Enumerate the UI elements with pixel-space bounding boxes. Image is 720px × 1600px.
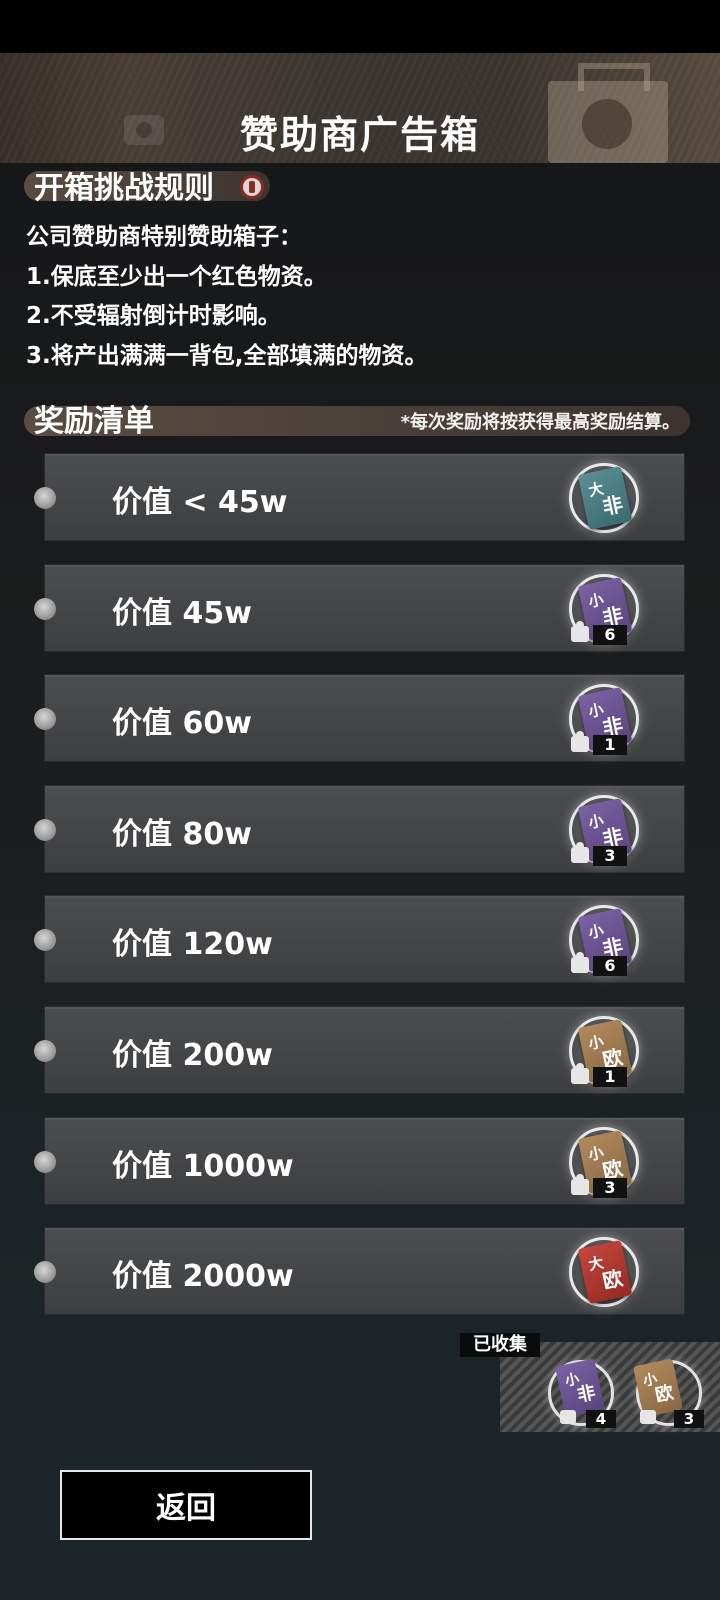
rewards-note: *每次奖励将按获得最高奖励结算。 xyxy=(400,412,680,433)
page-title: 赞助商广告箱 xyxy=(239,113,480,157)
puzzle-icon xyxy=(571,1063,589,1084)
fragment-count: 3 xyxy=(593,1178,627,1198)
rules-text: 公司赞助商特别赞助箱子： 1.保底至少出一个红色物资。 2.不受辐射倒计时影响。… xyxy=(26,218,427,376)
tier-label: 价值 1000w xyxy=(112,1149,294,1184)
rules-line: 公司赞助商特别赞助箱子： xyxy=(26,224,302,250)
rules-line: 2.不受辐射倒计时影响。 xyxy=(26,303,281,329)
puzzle-icon xyxy=(571,731,589,752)
rewards-title: 奖励清单 xyxy=(34,404,154,439)
bullet-dot xyxy=(34,819,56,841)
status-bar xyxy=(0,0,720,53)
fragment-count: 6 xyxy=(593,956,627,976)
bullet-dot xyxy=(34,1261,56,1283)
puzzle-icon xyxy=(571,621,589,642)
back-button[interactable]: 返回 xyxy=(60,1470,312,1540)
tier-label: 价值 < 45w xyxy=(112,485,288,520)
tier-label: 价值 2000w xyxy=(112,1259,294,1294)
puzzle-icon xyxy=(571,952,589,973)
bullet-dot xyxy=(34,1040,56,1062)
fragment-count: 1 xyxy=(593,735,627,755)
info-icon[interactable] xyxy=(240,175,264,199)
reward-tier-row: 价值 120w 小非 6 xyxy=(34,895,685,985)
reward-tier-row: 价值 200w 小欧 1 xyxy=(34,1006,685,1096)
rules-line: 3.将产出满满一背包,全部填满的物资。 xyxy=(26,342,428,369)
bullet-dot xyxy=(34,1151,56,1173)
collected-count: 3 xyxy=(674,1410,704,1428)
reward-tier-row: 价值 < 45w 大非 xyxy=(34,453,685,543)
collected-label: 已收集 xyxy=(460,1333,540,1357)
rules-title: 开箱挑战规则 xyxy=(34,171,214,206)
puzzle-icon xyxy=(640,1410,656,1424)
bullet-dot xyxy=(34,929,56,951)
tier-label: 价值 200w xyxy=(112,1038,273,1073)
reward-tier-row: 价值 2000w 大欧 xyxy=(34,1227,685,1317)
reward-tier-row: 价值 1000w 小欧 3 xyxy=(34,1117,685,1207)
puzzle-icon xyxy=(571,1174,589,1195)
reward-tier-row: 价值 60w 小非 1 xyxy=(34,674,685,764)
fragment-count: 6 xyxy=(593,625,627,645)
tier-label: 价值 60w xyxy=(112,706,252,741)
tier-label: 价值 80w xyxy=(112,817,252,852)
puzzle-icon xyxy=(571,842,589,863)
rules-line: 1.保底至少出一个红色物资。 xyxy=(26,263,327,290)
reward-tier-row: 价值 80w 小非 3 xyxy=(34,785,685,875)
collected-count: 4 xyxy=(586,1410,616,1428)
bullet-dot xyxy=(34,708,56,730)
puzzle-icon xyxy=(560,1410,576,1424)
bullet-dot xyxy=(34,487,56,509)
bullet-dot xyxy=(34,598,56,620)
fragment-count: 3 xyxy=(593,846,627,866)
fragment-count: 1 xyxy=(593,1067,627,1087)
reward-tier-row: 价值 45w 小非 6 xyxy=(34,564,685,654)
tier-label: 价值 45w xyxy=(112,596,252,631)
tier-label: 价值 120w xyxy=(112,927,273,962)
